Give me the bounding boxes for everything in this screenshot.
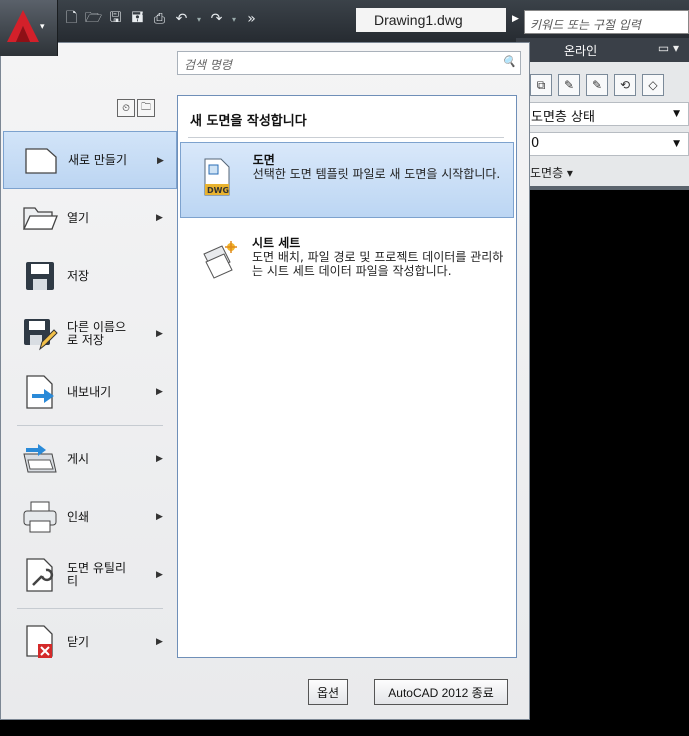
search-icon[interactable]: 🔍 [502,55,516,68]
open-icon[interactable]: 🗁 [84,10,103,29]
recent-documents-icon[interactable]: ⏲ [117,99,135,117]
undo-icon[interactable]: ↶ [172,10,191,29]
menu-item-open[interactable]: 열기 ▶ [3,189,177,247]
ribbon-panel: ⧉ ✎ ✎ ⟲ ◇ 도면층 상태 ▼ 0 ▼ 도면층 ▾ [516,62,689,190]
layer-edit-icon[interactable]: ✎ [558,74,580,96]
submenu-option-sheet-set[interactable]: 시트 세트 도면 배치, 파일 경로 및 프로젝트 데이터를 관리하는 시트 세… [180,226,514,302]
document-title: Drawing1.dwg [356,8,506,32]
menu-item-publish[interactable]: 게시 ▶ [3,430,177,488]
submenu-arrow-icon: ▶ [156,637,163,647]
expand-arrow-icon[interactable]: ▶ [512,14,519,24]
command-search-input[interactable]: 검색 명령 🔍 [177,51,521,75]
redo-dropdown-icon[interactable]: ▾ [229,10,239,29]
menu-item-save-as[interactable]: 다른 이름으로 저장 ▶ [3,305,177,363]
submenu-arrow-icon: ▶ [157,156,164,166]
keyword-search-input[interactable]: 키워드 또는 구절 입력 [524,10,689,34]
printer-icon [21,498,59,536]
menu-item-close[interactable]: 닫기 ▶ [3,613,177,671]
submenu-arrow-icon: ▶ [156,454,163,464]
layer-prev-icon[interactable]: ◇ [642,74,664,96]
application-menu-button[interactable]: ▾ [0,0,58,56]
plot-icon[interactable]: ⎙ [150,10,169,29]
submenu-arrow-icon: ▶ [156,570,163,580]
submenu-title: 새 도면을 작성합니다 [190,114,307,129]
menu-item-label: 열기 [67,210,90,225]
undo-dropdown-icon[interactable]: ▾ [194,10,204,29]
menu-item-label: 게시 [67,451,90,466]
menu-item-new[interactable]: 새로 만들기 ▶ [3,131,177,189]
chevron-down-icon: ▼ [673,139,680,149]
layer-match-icon[interactable]: ⟲ [614,74,636,96]
submenu-option-drawing[interactable]: DWG 도면 선택한 도면 템플릿 파일로 새 도면을 시작합니다. [180,142,514,218]
svg-text:DWG: DWG [207,186,229,195]
quick-access-toolbar: 🗋 🗁 🖫 🖬 ⎙ ↶ ▾ ↷ ▾ » [62,8,261,30]
menu-item-label: 새로 만들기 [68,152,128,167]
wrench-utility-icon [21,556,59,594]
menu-item-label: 저장 [67,268,90,283]
panel-toggle-icon[interactable]: ▭ ▾ [658,41,679,55]
chevron-down-icon: ▾ [40,22,45,32]
option-description: 선택한 도면 템플릿 파일로 새 도면을 시작합니다. [252,167,501,181]
search-placeholder: 검색 명령 [184,58,232,72]
save-icon[interactable]: 🖫 [106,10,125,29]
menu-item-label: 도면 유틸리티 [67,561,127,588]
menu-item-label: 인쇄 [67,509,90,524]
submenu-arrow-icon: ▶ [156,512,163,522]
option-description: 도면 배치, 파일 경로 및 프로젝트 데이터를 관리하는 시트 세트 데이터 … [252,250,504,278]
ribbon-tab-bar: 온라인 ▭ ▾ [516,38,689,62]
menu-divider [17,608,163,609]
close-document-icon [21,623,59,661]
application-menu: 검색 명령 🔍 ⏲ 🗀 새로 만들기 ▶ 열기 ▶ 저장 다른 이름으로 저장 … [0,42,530,720]
redo-icon[interactable]: ↷ [207,10,226,29]
menu-item-utilities[interactable]: 도면 유틸리티 ▶ [3,546,177,604]
layer-tool-icon[interactable]: ⧉ [530,74,552,96]
sheet-set-icon [200,240,240,280]
open-folder-icon [21,199,59,237]
tab-online[interactable]: 온라인 [564,42,597,59]
export-arrow-icon [21,373,59,411]
menu-item-label: 내보내기 [67,384,112,399]
menu-item-label: 닫기 [67,634,90,649]
new-submenu-panel: 새 도면을 작성합니다 DWG 도면 선택한 도면 템플릿 파일로 새 도면을 … [177,95,517,658]
layer-state-dropdown[interactable]: 도면층 상태 ▼ [516,102,689,126]
menu-command-list: 새로 만들기 ▶ 열기 ▶ 저장 다른 이름으로 저장 ▶ 내보내기 ▶ 게시 … [3,131,177,671]
publish-icon [21,440,59,478]
save-disk-icon [21,257,59,295]
submenu-arrow-icon: ▶ [156,387,163,397]
autocad-logo-icon [7,10,39,42]
save-as-icon[interactable]: 🖬 [128,10,147,29]
dwg-file-icon: DWG [201,157,241,197]
submenu-arrow-icon: ▶ [156,213,163,223]
open-documents-icon[interactable]: 🗀 [137,99,155,117]
layer-edit2-icon[interactable]: ✎ [586,74,608,96]
panel-label[interactable]: 도면층 ▾ [530,164,573,181]
menu-divider [17,425,163,426]
recent-view-buttons: ⏲ 🗀 [117,99,155,117]
more-icon[interactable]: » [242,10,261,29]
submenu-arrow-icon: ▶ [156,329,163,339]
option-title: 도면 [252,153,275,167]
new-document-icon [22,141,60,179]
options-button[interactable]: 옵션 [308,679,348,705]
menu-item-export[interactable]: 내보내기 ▶ [3,363,177,421]
menu-item-print[interactable]: 인쇄 ▶ [3,488,177,546]
submenu-divider [188,137,504,138]
layer-state-label: 도면층 상태 [531,110,595,125]
option-title: 시트 세트 [252,236,301,250]
layer-dropdown[interactable]: 0 ▼ [516,132,689,156]
layer-value: 0 [531,136,540,151]
menu-item-save[interactable]: 저장 [3,247,177,305]
save-as-pencil-icon [21,315,59,353]
exit-autocad-button[interactable]: AutoCAD 2012 종료 [374,679,508,705]
menu-item-label: 다른 이름으로 저장 [67,320,127,347]
new-icon[interactable]: 🗋 [62,10,81,29]
chevron-down-icon: ▼ [673,109,680,119]
